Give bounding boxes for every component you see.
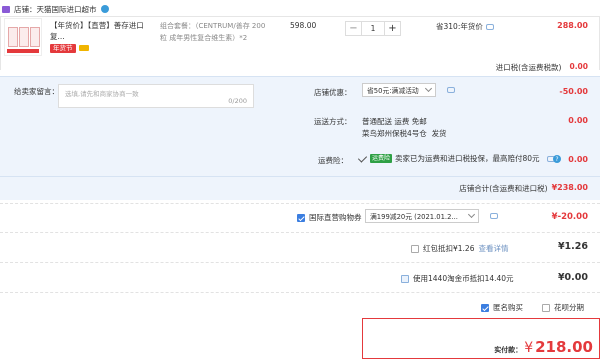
- divider: [0, 262, 600, 263]
- import-tax-value: 0.00: [569, 62, 588, 71]
- shop-total-row: 店铺合计(含运费和进口税) ¥238.00: [459, 183, 588, 193]
- unit-price: 598.00: [290, 21, 317, 30]
- decrease-button[interactable]: −: [346, 22, 361, 35]
- anonymous-row: 匿名购买: [481, 302, 523, 313]
- huabei-checkbox[interactable]: [542, 303, 550, 312]
- seller-message-input[interactable]: 选填,请先和商家协商一致 0/200: [58, 84, 254, 108]
- anonymous-checkbox[interactable]: [481, 303, 489, 312]
- shop-promo-select[interactable]: 省50元:满减活动: [362, 83, 436, 97]
- taobao-coin-checkbox[interactable]: [401, 274, 409, 283]
- shop-promo-value: -50.00: [559, 87, 588, 96]
- price-tag: 【年货价】: [50, 21, 88, 30]
- char-counter: 0/200: [228, 97, 247, 105]
- chevron-down-icon: [424, 84, 433, 93]
- coupon-row: 国际直营购物券: [297, 212, 362, 223]
- payment-amount: 218.00: [535, 338, 593, 356]
- item-subtotal: 288.00: [557, 21, 588, 30]
- wangwang-chat-icon[interactable]: [100, 5, 109, 13]
- panel-divider: [0, 176, 600, 177]
- coupon-checkbox[interactable]: [297, 213, 305, 222]
- shop-total-value: ¥238.00: [551, 183, 588, 192]
- coupon-select[interactable]: 满199减20元 (2021.01.2...: [365, 209, 479, 223]
- taobao-coin-row: 使用1440淘金币抵扣14.40元: [401, 273, 514, 284]
- redpacket-details-link[interactable]: 查看详情: [478, 243, 508, 254]
- increase-button[interactable]: +: [385, 22, 400, 35]
- redpacket-row: 红包抵扣¥1.26 查看详情: [411, 243, 508, 254]
- quantity-input[interactable]: 1: [361, 22, 385, 35]
- product-thumbnail[interactable]: [4, 18, 42, 56]
- product-options: 组合套餐：（CENTRUM/善存 200粒 成年男性复合维生素）*2: [160, 22, 266, 42]
- insurance-badge: 运费险: [370, 154, 393, 163]
- shop-name[interactable]: 店铺：天猫国际进口超市: [14, 4, 97, 15]
- redpacket-value: ¥1.26: [557, 241, 588, 252]
- insurance-label: 运费险：: [318, 156, 348, 165]
- divider: [0, 292, 600, 293]
- shop-header: 店铺：天猫国际进口超市: [2, 2, 109, 16]
- item-discount: 省310:年货价: [436, 21, 494, 32]
- quantity-stepper[interactable]: − 1 +: [345, 21, 401, 36]
- check-icon: [357, 152, 368, 163]
- shipping-info: 普通配送 运费 免邮 菜鸟郑州保税4号仓 发货: [362, 117, 447, 138]
- shipping-label: 运送方式：: [314, 117, 352, 126]
- insurance-row: 运费险 卖家已为运费和进口税投保，最高赔付80元: [357, 152, 555, 164]
- coupon-info-icon[interactable]: [490, 213, 498, 219]
- discount-info-icon[interactable]: [485, 23, 494, 30]
- huabei-row: 花呗分期: [542, 302, 584, 313]
- help-icon[interactable]: ?: [553, 155, 561, 163]
- message-label: 给卖家留言：: [14, 87, 59, 96]
- festival-badge: 年货节: [50, 44, 76, 53]
- promo-info-icon[interactable]: [447, 87, 455, 93]
- redpacket-checkbox[interactable]: [411, 244, 419, 253]
- shipping-value: 0.00: [568, 116, 588, 125]
- insurance-value: 0.00: [568, 155, 588, 164]
- card-icon: [78, 45, 89, 51]
- payment-total: 实付款： ¥ 218.00: [494, 338, 593, 356]
- divider: [0, 203, 600, 204]
- import-tax-row: 进口税(含运费税款) 0.00: [495, 62, 588, 72]
- taobao-coin-value: ¥0.00: [557, 272, 588, 283]
- chevron-down-icon: [467, 210, 476, 219]
- divider: [0, 232, 600, 233]
- shop-icon: [2, 5, 10, 13]
- coupon-value: ¥-20.00: [551, 212, 588, 222]
- shop-promo-label: 店铺优惠：: [314, 88, 352, 97]
- product-title-block: 【年货价】【直营】善存进口复... 年货节: [50, 20, 154, 53]
- payment-total-box: 实付款： ¥ 218.00: [362, 318, 600, 359]
